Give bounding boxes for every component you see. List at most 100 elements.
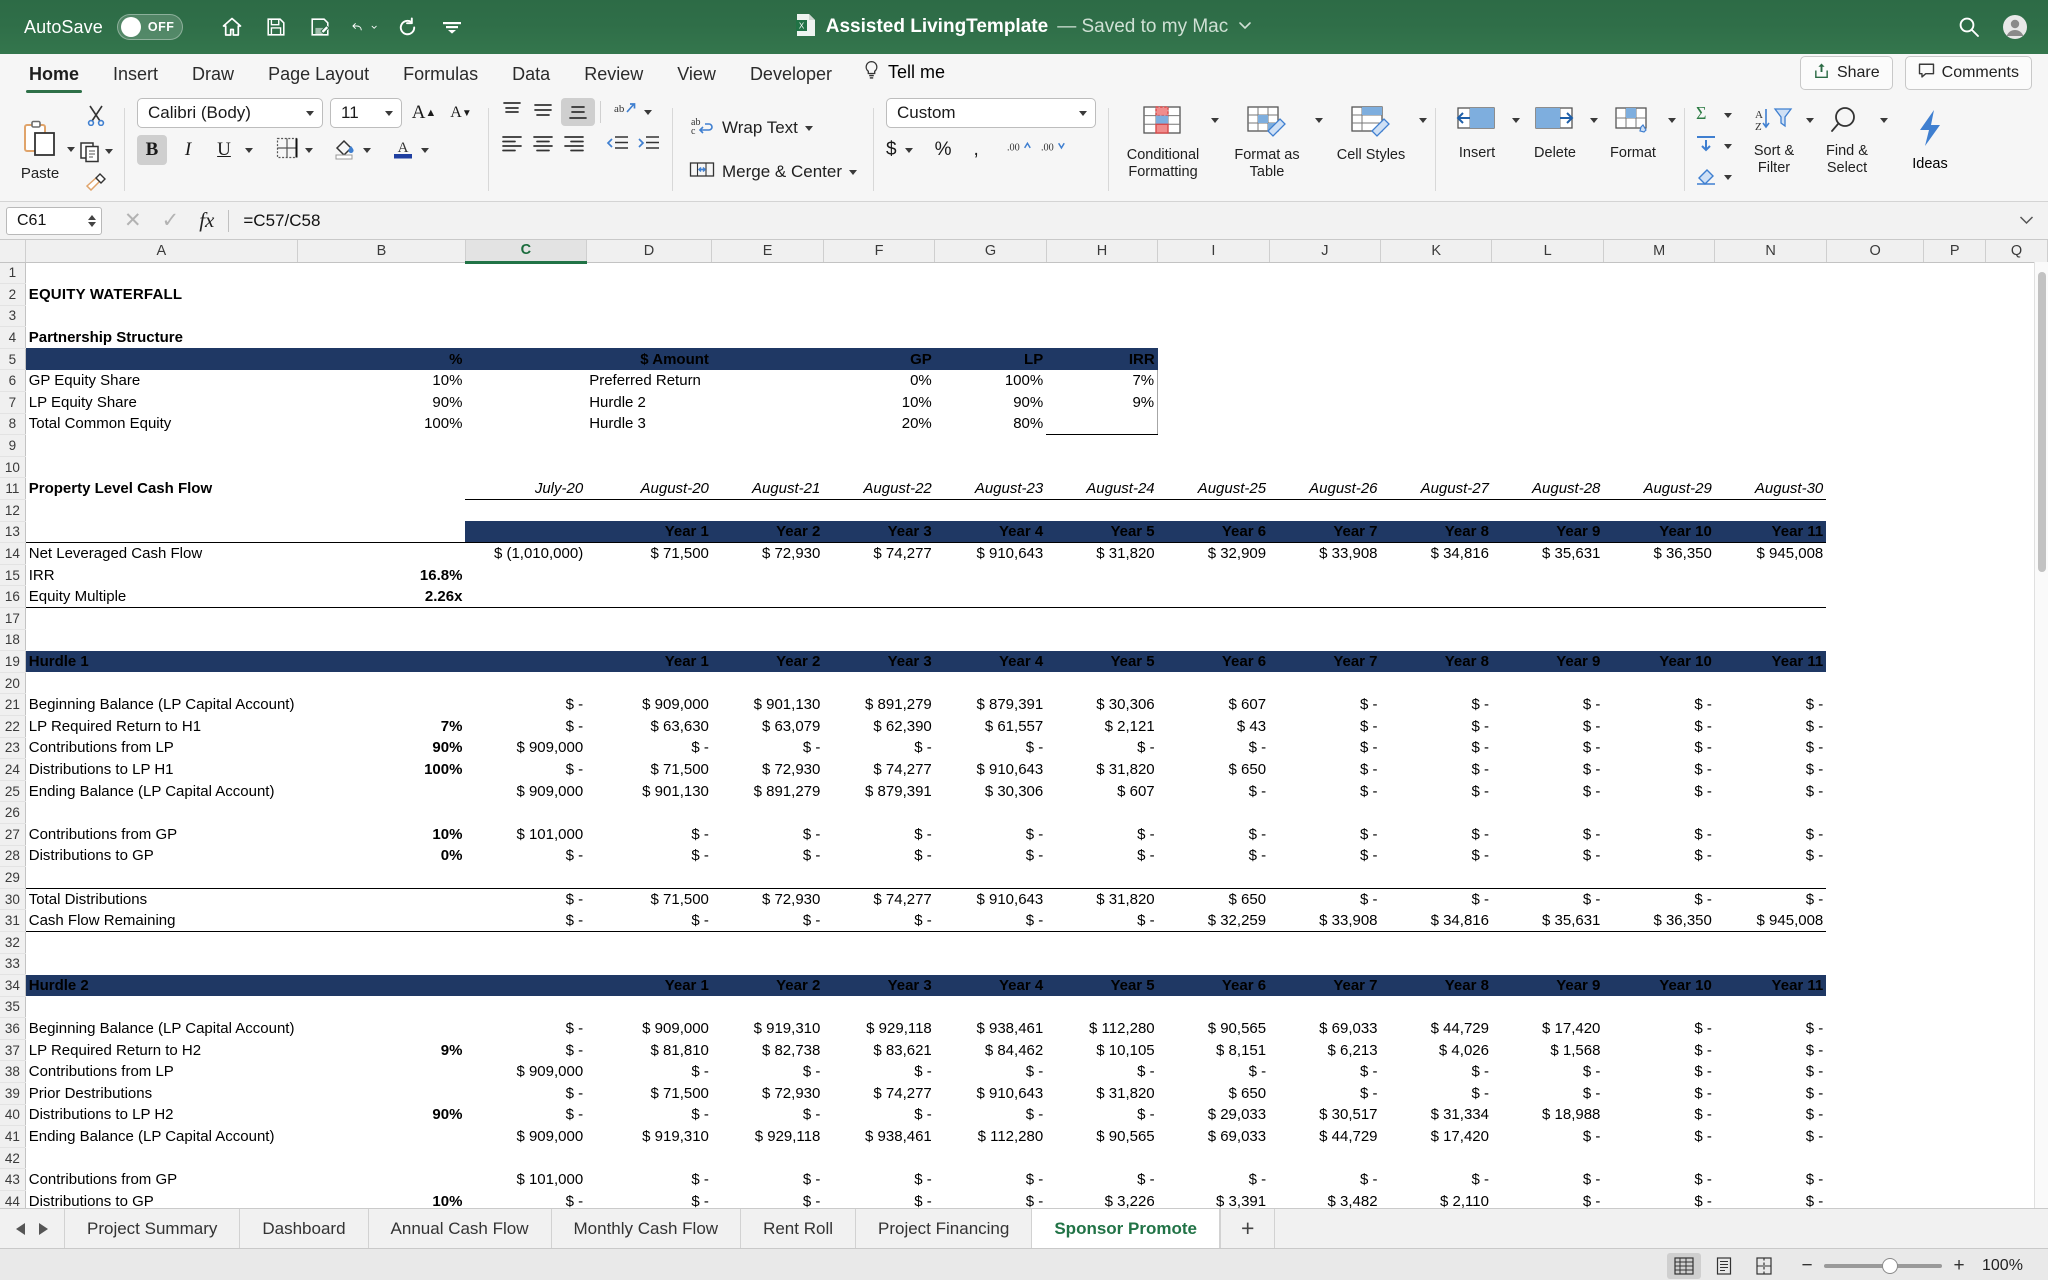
format-as-table-button[interactable]: Format as Table: [1221, 98, 1313, 180]
cell-B38[interactable]: [297, 1061, 465, 1083]
column-header-G[interactable]: G: [934, 240, 1047, 263]
cell-L3[interactable]: [1492, 305, 1603, 327]
column-header-K[interactable]: K: [1380, 240, 1493, 263]
account-icon[interactable]: [2002, 14, 2028, 40]
cell-M32[interactable]: [1603, 931, 1714, 953]
cs-chevron-down-icon[interactable]: [1419, 118, 1427, 123]
row-header-11[interactable]: 11: [0, 477, 26, 501]
cell-N35[interactable]: [1715, 996, 1826, 1018]
cell-J1[interactable]: [1269, 262, 1380, 284]
cell-B15[interactable]: 16.8%: [297, 564, 465, 586]
cell-J36[interactable]: $ 69,033: [1269, 1018, 1380, 1040]
cell-H6[interactable]: 7%: [1046, 369, 1159, 392]
cell-M4[interactable]: [1603, 327, 1714, 349]
cell-B13[interactable]: [297, 521, 465, 543]
cell-P6[interactable]: [1924, 370, 1986, 392]
cell-L1[interactable]: [1492, 262, 1603, 284]
cell-C37[interactable]: $ -: [465, 1039, 586, 1061]
cell-I25[interactable]: $ -: [1158, 780, 1269, 802]
cell-G43[interactable]: $ -: [935, 1169, 1046, 1191]
cell-G34[interactable]: Year 4: [934, 974, 1047, 997]
cell-O34[interactable]: [1826, 975, 1924, 997]
cell-K15[interactable]: [1381, 564, 1492, 586]
cell-I34[interactable]: Year 6: [1157, 974, 1270, 997]
cell-H38[interactable]: $ -: [1046, 1061, 1157, 1083]
tab-home[interactable]: Home: [12, 64, 96, 94]
cell-O13[interactable]: [1826, 521, 1924, 543]
cell-I5[interactable]: [1158, 348, 1269, 370]
row-header-5[interactable]: 5: [0, 348, 26, 371]
cell-P40[interactable]: [1924, 1104, 1986, 1126]
cell-H32[interactable]: [1046, 931, 1157, 953]
cell-H17[interactable]: [1046, 608, 1157, 630]
cell-O20[interactable]: [1826, 672, 1924, 694]
cell-C27[interactable]: $ 101,000: [465, 823, 586, 845]
sheet-tab-project-financing[interactable]: Project Financing: [855, 1209, 1032, 1248]
cell-F10[interactable]: [823, 456, 934, 478]
cell-D27[interactable]: $ -: [586, 823, 712, 845]
cell-B33[interactable]: [297, 953, 465, 975]
cell-O37[interactable]: [1826, 1039, 1924, 1061]
cell-N7[interactable]: [1715, 392, 1826, 414]
cell-F29[interactable]: [823, 867, 934, 889]
cell-A32[interactable]: [25, 931, 297, 953]
cell-G35[interactable]: [935, 996, 1046, 1018]
cell-I39[interactable]: $ 650: [1158, 1083, 1269, 1105]
cell-O30[interactable]: [1826, 888, 1924, 910]
cell-O24[interactable]: [1826, 759, 1924, 781]
cell-G26[interactable]: [935, 802, 1046, 824]
row-header-10[interactable]: 10: [0, 456, 26, 479]
cell-F1[interactable]: [823, 262, 934, 284]
cell-K29[interactable]: [1381, 867, 1492, 889]
cell-K17[interactable]: [1381, 608, 1492, 630]
cell-E16[interactable]: [711, 585, 824, 608]
cell-B14[interactable]: [297, 542, 466, 565]
cell-C4[interactable]: [465, 327, 586, 349]
cell-M25[interactable]: $ -: [1603, 780, 1714, 802]
cell-B32[interactable]: [297, 931, 465, 953]
cell-P12[interactable]: [1924, 500, 1986, 522]
column-header-P[interactable]: P: [1923, 240, 1986, 263]
cell-D42[interactable]: [586, 1147, 712, 1169]
cell-C29[interactable]: [465, 867, 586, 889]
align-left-icon[interactable]: [499, 133, 525, 158]
cell-L16[interactable]: [1491, 585, 1604, 608]
cell-G20[interactable]: [935, 672, 1046, 694]
cell-N44[interactable]: $ -: [1715, 1191, 1826, 1208]
cell-M31[interactable]: $ 36,350: [1603, 909, 1715, 932]
cell-E7[interactable]: [712, 392, 823, 414]
cell-N36[interactable]: $ -: [1715, 1018, 1826, 1040]
cell-P23[interactable]: [1924, 737, 1986, 759]
cell-N11[interactable]: August-30: [1714, 477, 1827, 501]
next-sheet-icon[interactable]: [39, 1222, 48, 1235]
cell-E41[interactable]: $ 929,118: [712, 1126, 823, 1148]
cell-C28[interactable]: $ -: [465, 845, 586, 867]
cell-L32[interactable]: [1492, 931, 1603, 953]
cell-E30[interactable]: $ 72,930: [711, 887, 824, 910]
cell-E13[interactable]: Year 2: [711, 521, 824, 543]
cell-H27[interactable]: $ -: [1046, 823, 1157, 845]
cell-N32[interactable]: [1715, 931, 1826, 953]
cell-C23[interactable]: $ 909,000: [465, 737, 586, 759]
cell-O25[interactable]: [1826, 780, 1924, 802]
cell-L40[interactable]: $ 18,988: [1492, 1104, 1603, 1126]
cell-I19[interactable]: Year 6: [1157, 650, 1270, 673]
cell-O36[interactable]: [1826, 1018, 1924, 1040]
cell-L34[interactable]: Year 9: [1491, 974, 1604, 997]
cell-O11[interactable]: [1826, 478, 1924, 500]
cell-K3[interactable]: [1381, 305, 1492, 327]
cell-M12[interactable]: [1603, 500, 1714, 522]
cell-styles-button[interactable]: Cell Styles: [1325, 98, 1417, 164]
cell-B43[interactable]: [297, 1169, 465, 1191]
cell-J31[interactable]: $ 33,908: [1269, 909, 1381, 932]
cell-I41[interactable]: $ 69,033: [1158, 1126, 1269, 1148]
confirm-edit-icon[interactable]: ✓: [162, 208, 180, 233]
cell-O6[interactable]: [1826, 370, 1924, 392]
home-icon[interactable]: [219, 14, 245, 40]
cell-A40[interactable]: Distributions to LP H2: [24, 1104, 298, 1126]
sheet-table[interactable]: A B C D E F G H I J K L M N O P Q 1 2 EQUITY WATERFALL 3 4 Par…: [0, 240, 2048, 1208]
cell-C21[interactable]: $ -: [465, 694, 586, 716]
cell-D1[interactable]: [586, 262, 712, 284]
cell-I37[interactable]: $ 8,151: [1158, 1039, 1269, 1061]
cell-D13[interactable]: Year 1: [586, 521, 712, 543]
